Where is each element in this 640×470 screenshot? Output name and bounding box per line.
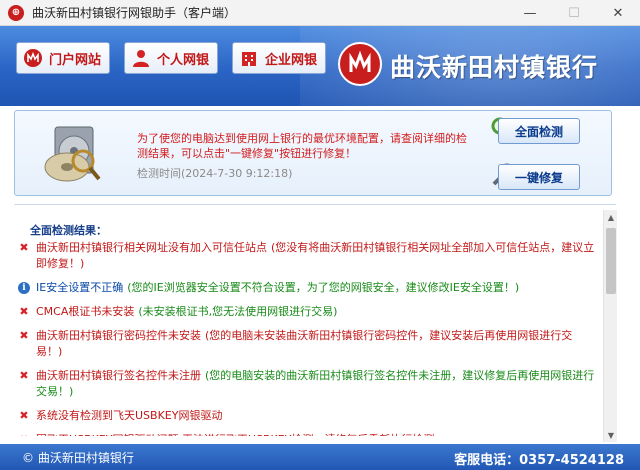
- results-list: ✖ 曲沃新田村镇银行相关网址没有加入可信任站点 (您没有将曲沃新田村镇银行相关网址全…: [18, 240, 598, 436]
- maximize-button[interactable]: ☐: [552, 0, 596, 26]
- result-text: 系统没有检测到飞天USBKEY网银驱动: [36, 408, 598, 424]
- error-x-icon: ✖: [19, 241, 29, 254]
- summary-message: 为了使您的电脑达到使用网上银行的最优环境配置，请查阅详细的检测结果，可以点击"一…: [137, 132, 467, 160]
- result-title: 曲沃新田村镇银行签名控件未注册: [36, 369, 201, 382]
- bank-name: 曲沃新田村镇银行: [390, 53, 599, 82]
- bank-logo-icon: ⊕: [8, 4, 24, 21]
- building-icon: [239, 48, 259, 68]
- disk-scan-icon: [41, 121, 105, 187]
- result-detail: (您的IE浏览器安全设置不符合设置，为了您的网银安全，建议修改IE安全设置！): [127, 281, 520, 294]
- result-title: IE安全设置不正确: [36, 281, 124, 294]
- minimize-button[interactable]: —: [508, 0, 552, 26]
- result-text: 因飞天USBKEY网银驱动问题,无法进行飞天USBKEY检测，请修复后重新执行检…: [36, 432, 598, 436]
- portal-site-label: 门户网站: [49, 52, 102, 68]
- result-text: 曲沃新田村镇银行相关网址没有加入可信任站点 (您没有将曲沃新田村镇银行相关网址全部…: [36, 240, 598, 272]
- info-icon: i: [18, 282, 30, 294]
- result-title: 曲沃新田村镇银行相关网址没有加入可信任站点: [36, 241, 267, 254]
- person-icon: [131, 48, 151, 68]
- title-bar: ⊕ 曲沃新田村镇银行网银助手（客户端） — ☐ ✕: [0, 0, 640, 26]
- status-footer: © 曲沃新田村镇银行 客服电话：0357-4524128: [0, 444, 640, 470]
- result-item: ✖ 曲沃新田村镇银行签名控件未注册 (您的电脑安装的曲沃新田村镇银行签名控件未注册，…: [18, 368, 598, 400]
- result-item: ✖ 因飞天USBKEY网银驱动问题,无法进行飞天USBKEY检测，请修复后重新执行…: [18, 432, 598, 436]
- result-text: 曲沃新田村镇银行签名控件未注册 (您的电脑安装的曲沃新田村镇银行签名控件未注册，建…: [36, 368, 598, 400]
- error-x-icon: ✖: [19, 369, 29, 382]
- result-text: 曲沃新田村镇银行密码控件未安装 (您的电脑未安装曲沃新田村镇银行密码控件，建议安装…: [36, 328, 598, 360]
- result-detail: (未安装根证书,您无法使用网银进行交易): [138, 305, 338, 318]
- result-title: 因飞天USBKEY网银驱动问题,无法进行飞天USBKEY检测，请修复后重新执行检…: [36, 433, 434, 436]
- result-text: IE安全设置不正确 (您的IE浏览器安全设置不符合设置，为了您的网银安全，建议修改…: [36, 280, 598, 296]
- portal-site-button[interactable]: 门户网站: [16, 42, 111, 74]
- result-item: ✖ 系统没有检测到飞天USBKEY网银驱动: [18, 408, 598, 424]
- bank-logo-icon: [23, 48, 43, 68]
- bank-emblem-icon: [338, 42, 382, 86]
- scroll-down-arrow-icon[interactable]: ▼: [604, 428, 618, 442]
- corporate-banking-label: 企业网银: [265, 52, 318, 68]
- scroll-thumb[interactable]: [606, 228, 616, 294]
- error-x-icon: ✖: [18, 433, 30, 436]
- close-button[interactable]: ✕: [596, 0, 640, 26]
- check-time: 检测时间(2024-7-30 9:12:18): [137, 167, 293, 180]
- header-banner: 门户网站 个人网银 企业网银 曲沃新田村镇银行: [0, 26, 640, 106]
- window-title: 曲沃新田村镇银行网银助手（客户端）: [32, 6, 237, 20]
- result-title: 曲沃新田村镇银行密码控件未安装: [36, 329, 201, 342]
- service-hotline: 客服电话：0357-4524128: [454, 453, 624, 468]
- result-title: CMCA根证书未安装: [36, 305, 135, 318]
- one-click-repair-button[interactable]: 一键修复: [498, 164, 580, 190]
- full-check-button[interactable]: 全面检测: [498, 118, 580, 144]
- error-x-icon: ✖: [19, 409, 29, 422]
- error-x-icon: ✖: [19, 329, 29, 342]
- result-item: i IE安全设置不正确 (您的IE浏览器安全设置不符合设置，为了您的网银安全，建议修…: [18, 280, 598, 296]
- scroll-up-arrow-icon[interactable]: ▲: [604, 210, 618, 224]
- error-x-icon: ✖: [19, 305, 29, 318]
- personal-banking-button[interactable]: 个人网银: [124, 42, 219, 74]
- corporate-banking-button[interactable]: 企业网银: [232, 42, 327, 74]
- result-item: ✖ 曲沃新田村镇银行密码控件未安装 (您的电脑未安装曲沃新田村镇银行密码控件，建议安…: [18, 328, 598, 360]
- results-heading: 全面检测结果：: [30, 224, 107, 237]
- result-item: ✖ CMCA根证书未安装 (未安装根证书,您无法使用网银进行交易): [18, 304, 598, 320]
- results-scrollbar[interactable]: ▲ ▼: [603, 210, 617, 442]
- result-item: ✖ 曲沃新田村镇银行相关网址没有加入可信任站点 (您没有将曲沃新田村镇银行相关网址全…: [18, 240, 598, 272]
- personal-banking-label: 个人网银: [157, 52, 210, 68]
- window-controls: — ☐ ✕: [508, 0, 640, 26]
- result-text: CMCA根证书未安装 (未安装根证书,您无法使用网银进行交易): [36, 304, 598, 320]
- result-title: 系统没有检测到飞天USBKEY网银驱动: [36, 409, 223, 422]
- copyright: © 曲沃新田村镇银行: [22, 450, 134, 465]
